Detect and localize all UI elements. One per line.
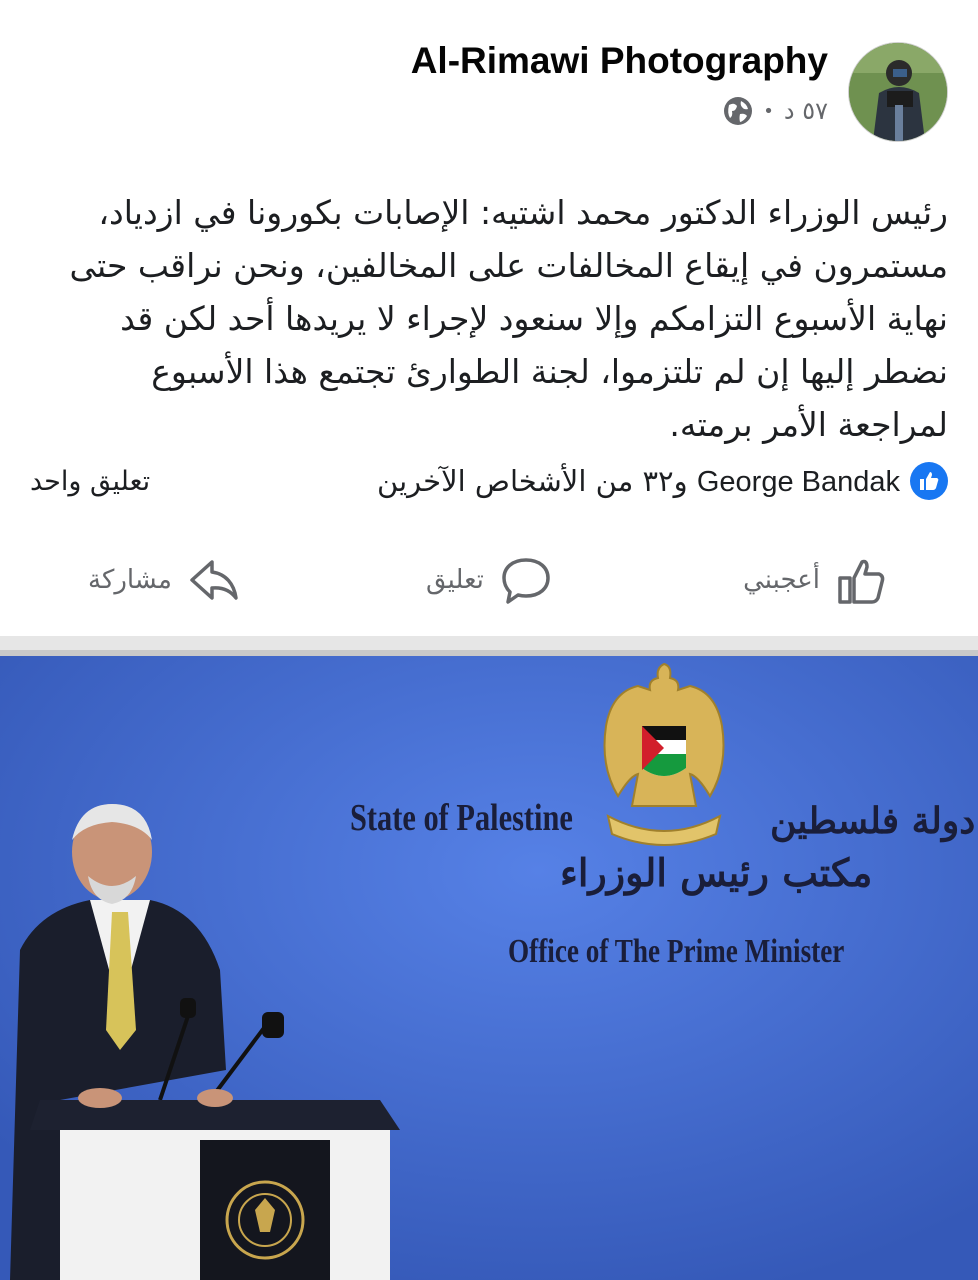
globe-icon — [724, 97, 753, 125]
like-button[interactable]: أعجبني — [743, 540, 890, 620]
author-name[interactable]: Al-Rimawi Photography — [411, 40, 828, 82]
comment-button[interactable]: تعليق — [426, 540, 554, 620]
reactions-summary[interactable]: George Bandak و٣٢ من الأشخاص الآخرين — [377, 462, 948, 500]
comments-count[interactable]: تعليق واحد — [30, 466, 150, 497]
post-time[interactable]: ٥٧ د — [784, 97, 828, 125]
divider — [0, 636, 978, 650]
reactions-bar: George Bandak و٣٢ من الأشخاص الآخرين تعل… — [30, 462, 948, 512]
thumbs-up-icon — [838, 559, 885, 604]
post-text: رئيس الوزراء الدكتور محمد اشتيه: الإصابا… — [69, 193, 948, 444]
reactions-text: George Bandak و٣٢ من الأشخاص الآخرين — [377, 464, 900, 499]
post-header: Al-Rimawi Photography ٥٧ د • — [0, 0, 978, 160]
comment-icon — [502, 558, 550, 604]
like-label: أعجبني — [743, 565, 820, 595]
comment-label: تعليق — [426, 565, 484, 595]
like-badge-icon — [910, 462, 948, 500]
meta-separator: • — [763, 100, 774, 122]
share-button[interactable]: مشاركة — [88, 540, 242, 620]
avatar[interactable] — [848, 42, 948, 142]
office-pm-en: Office of The Prime Minister — [508, 933, 845, 970]
share-icon — [190, 560, 238, 600]
reactor-others: و٣٢ من الأشخاص الآخرين — [377, 463, 688, 498]
post-meta: ٥٧ د • — [723, 96, 828, 126]
share-label: مشاركة — [88, 565, 172, 595]
eagle-emblem-icon — [603, 662, 725, 846]
state-of-palestine-ar: دولة فلسطين — [770, 800, 976, 842]
reactor-name: George Bandak — [696, 465, 900, 498]
post-photo[interactable]: State of Palestine دولة فلسطين مكتب رئيس… — [0, 650, 978, 1280]
post-card: Al-Rimawi Photography ٥٧ د • رئيس الوزرا… — [0, 0, 978, 636]
speaker-at-podium — [10, 804, 400, 1280]
action-bar: أعجبني تعليق مشاركة — [0, 540, 978, 620]
office-pm-ar: مكتب رئيس الوزراء — [560, 850, 873, 895]
